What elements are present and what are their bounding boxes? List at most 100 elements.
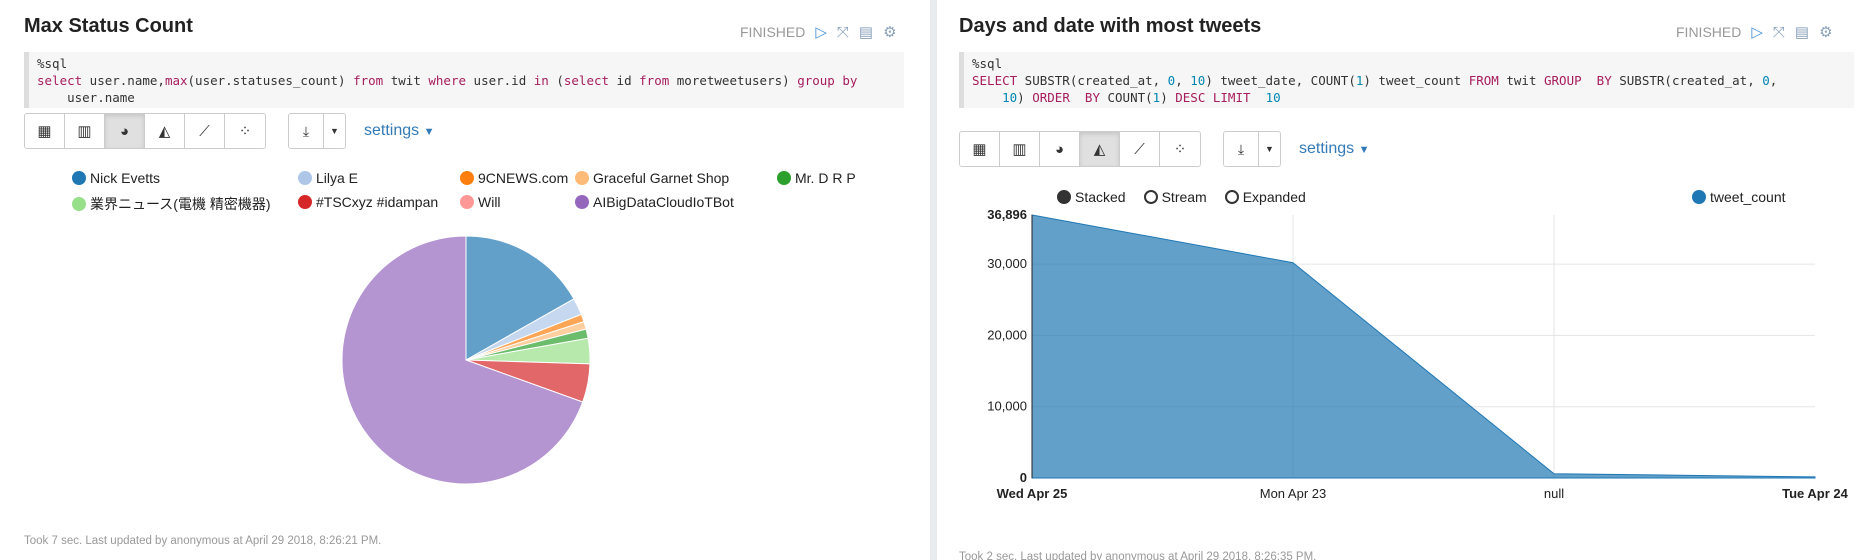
line-chart-icon[interactable]: ⟋	[185, 114, 225, 148]
status-label: FINISHED	[1676, 24, 1742, 40]
gear-icon[interactable]: ⚙	[1819, 25, 1832, 40]
gear-icon[interactable]: ⚙	[883, 25, 896, 40]
status-label: FINISHED	[740, 24, 806, 40]
code-line: %sql	[972, 56, 1003, 71]
area-chart-icon[interactable]: ◭	[1080, 132, 1120, 166]
code-number: 0	[1762, 73, 1770, 88]
paragraph-status-bar: FINISHED ▷ ⤧ ▤ ⚙	[740, 24, 897, 40]
legend-swatch	[460, 195, 474, 209]
download-icon[interactable]: ⤓	[1224, 132, 1258, 166]
legend-label: Graceful Garnet Shop	[593, 170, 730, 186]
scatter-chart-icon[interactable]: ⁘	[225, 114, 265, 148]
table-icon[interactable]: ▦	[960, 132, 1000, 166]
legend-label: tweet_count	[1710, 189, 1786, 205]
y-tick-label: 10,000	[987, 399, 1027, 414]
pie-chart	[341, 235, 591, 485]
code-keyword: group by	[797, 73, 858, 88]
code-keyword: select	[37, 73, 83, 88]
bar-chart-icon[interactable]: ▥	[1000, 132, 1040, 166]
download-group: ⤓ ▼	[1223, 131, 1281, 167]
legend-item[interactable]: 9CNEWS.com	[460, 170, 568, 186]
code-keyword: from	[639, 73, 670, 88]
bar-chart-icon[interactable]: ▥	[65, 114, 105, 148]
code-keyword: max	[164, 73, 188, 88]
pie-chart-icon[interactable]: ◕	[105, 114, 145, 148]
sql-editor[interactable]: %sql SELECT SUBSTR(created_at, 0, 10) twe…	[959, 52, 1854, 108]
legend-item[interactable]: Nick Evetts	[72, 170, 160, 186]
legend-swatch	[777, 171, 791, 185]
code-text: twit	[383, 73, 429, 88]
radio-filled-icon	[1057, 190, 1071, 204]
code-line: user.name	[37, 90, 135, 105]
scatter-chart-icon[interactable]: ⁘	[1160, 132, 1200, 166]
legend-item[interactable]: Lilya E	[298, 170, 358, 186]
code-keyword: ORDER BY	[1032, 90, 1100, 105]
paragraph-max-status-count: Max Status Count FINISHED ▷ ⤧ ▤ ⚙ %sql se…	[0, 0, 930, 560]
table-icon[interactable]: ▦	[25, 114, 65, 148]
radio-empty-icon	[1143, 190, 1158, 204]
legend-label: Will	[478, 194, 501, 210]
legend-label: 業界ニュース(電機 精密機器)	[90, 196, 271, 212]
book-icon[interactable]: ▤	[859, 25, 873, 40]
code-text: )	[1160, 90, 1176, 105]
code-text: twit	[1498, 73, 1544, 88]
settings-dropdown[interactable]: settings ▼	[1299, 140, 1369, 158]
legend-label: Lilya E	[316, 170, 359, 186]
legend-item[interactable]: AIBigDataCloudIoTBot	[575, 194, 734, 210]
code-text: SUBSTR(created_at,	[1017, 73, 1168, 88]
code-keyword: from	[353, 73, 384, 88]
book-icon[interactable]: ▤	[1795, 25, 1809, 40]
paragraph-footer: Took 7 sec. Last updated by anonymous at…	[24, 535, 382, 547]
area-series[interactable]	[1031, 214, 1816, 479]
code-number: 10	[1190, 73, 1206, 88]
code-text: (user.statuses_count)	[187, 73, 354, 88]
download-icon[interactable]: ⤓	[289, 114, 323, 148]
radio-expanded[interactable]: Expanded	[1224, 189, 1306, 205]
legend-item[interactable]: Will	[460, 194, 501, 210]
line-chart-icon[interactable]: ⟋	[1120, 132, 1160, 166]
y-tick-label: 36,896	[987, 207, 1027, 222]
code-text: id	[609, 73, 640, 88]
code-text: ,	[1175, 73, 1191, 88]
radio-stacked[interactable]: Stacked	[1057, 189, 1126, 205]
download-group: ⤓ ▼	[288, 113, 346, 149]
code-keyword: where	[428, 73, 467, 88]
code-text: SUBSTR(created_at,	[1611, 73, 1763, 88]
radio-label: Expanded	[1242, 189, 1306, 205]
code-keyword: GROUP BY	[1544, 73, 1612, 88]
radio-label: Stream	[1161, 189, 1207, 205]
paragraph-title: Days and date with most tweets	[959, 15, 1262, 37]
radio-stream[interactable]: Stream	[1143, 189, 1207, 205]
legend-item[interactable]: 業界ニュース(電機 精密機器)	[72, 194, 271, 214]
run-icon[interactable]: ▷	[815, 25, 827, 40]
legend-item[interactable]: #TSCxyz #idampan	[298, 194, 438, 210]
x-tick-label: Tue Apr 24	[1782, 486, 1849, 501]
legend-swatch	[72, 197, 86, 211]
chevron-down-icon[interactable]: ▼	[323, 114, 345, 148]
code-text: moretweetusers)	[669, 73, 798, 88]
legend-item[interactable]: Mr. D R P	[777, 170, 856, 186]
sql-editor[interactable]: %sql select user.name,max(user.statuses_c…	[24, 52, 904, 108]
y-tick-label: 20,000	[987, 327, 1027, 342]
chart-toolbar: ▦ ▥ ◕ ◭ ⟋ ⁘ ⤓ ▼ settings ▼	[959, 131, 1369, 167]
code-text: COUNT(	[1099, 90, 1153, 105]
legend-item[interactable]: Graceful Garnet Shop	[575, 170, 729, 186]
settings-dropdown[interactable]: settings ▼	[364, 122, 434, 140]
area-chart-icon[interactable]: ◭	[145, 114, 185, 148]
legend-swatch	[1692, 190, 1706, 204]
run-icon[interactable]: ▷	[1751, 25, 1763, 40]
code-keyword: FROM	[1468, 73, 1499, 88]
code-number: 10	[1002, 90, 1018, 105]
collapse-icon[interactable]: ⤧	[837, 25, 849, 40]
caret-down-icon: ▼	[423, 126, 435, 138]
collapse-icon[interactable]: ⤧	[1773, 25, 1785, 40]
chart-type-group: ▦ ▥ ◕ ◭ ⟋ ⁘	[24, 113, 266, 149]
legend-label: AIBigDataCloudIoTBot	[593, 194, 734, 210]
area-legend[interactable]: tweet_count	[1692, 189, 1786, 205]
radio-label: Stacked	[1075, 189, 1126, 205]
pie-chart-icon[interactable]: ◕	[1040, 132, 1080, 166]
chevron-down-icon[interactable]: ▼	[1258, 132, 1280, 166]
x-tick-label: Wed Apr 25	[997, 486, 1068, 501]
legend-swatch	[72, 171, 86, 185]
